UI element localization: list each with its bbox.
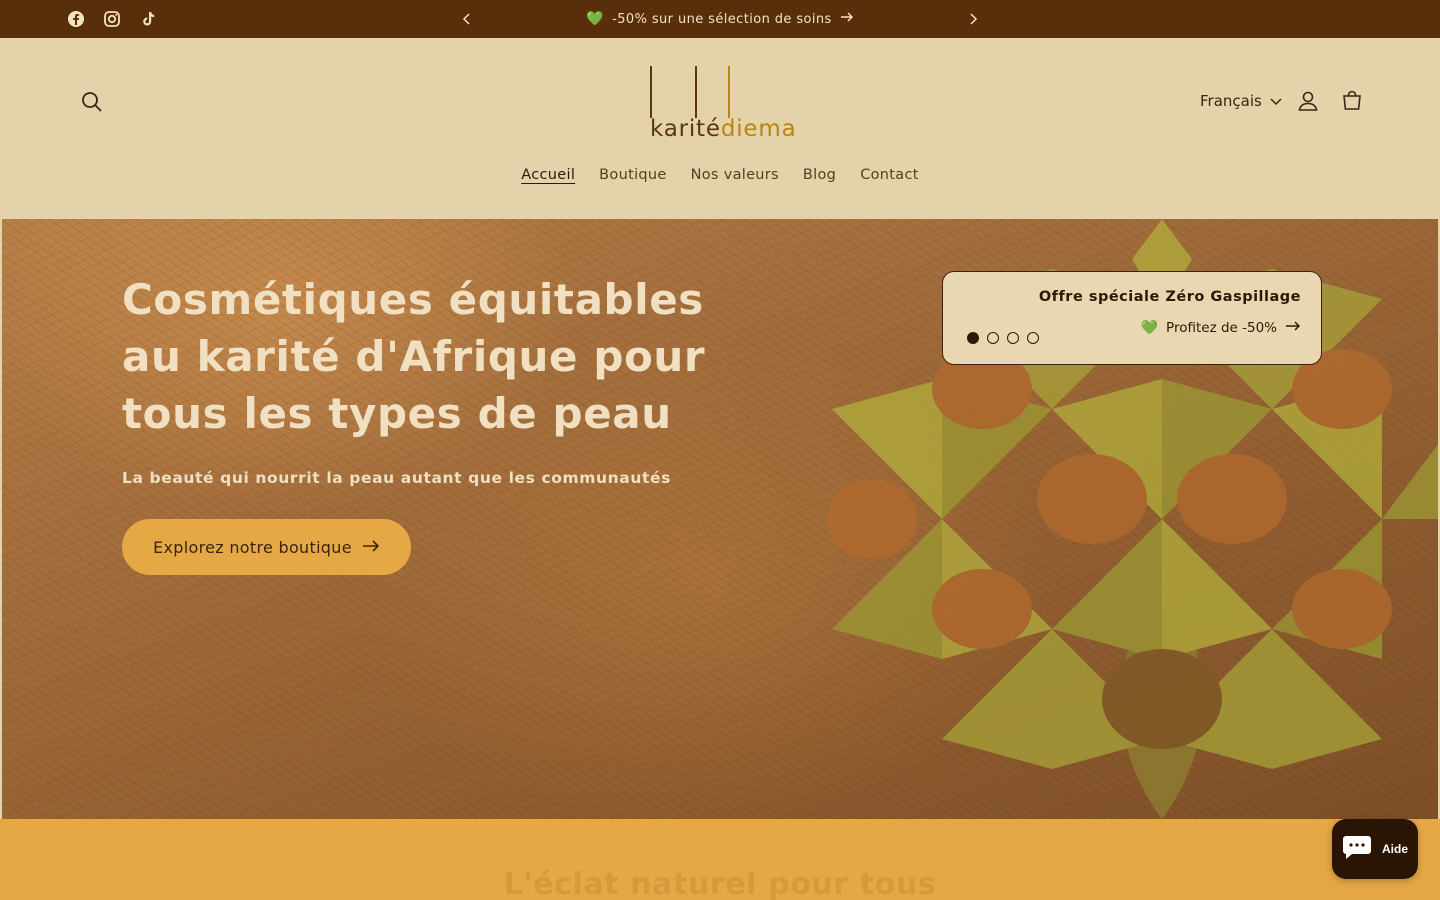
arrow-right-icon bbox=[362, 538, 380, 557]
chat-button[interactable]: Aide bbox=[1332, 819, 1418, 879]
chevron-down-icon bbox=[1270, 92, 1282, 110]
slide-dot-3[interactable] bbox=[1007, 332, 1019, 344]
hero-banner: Cosmétiques équitables au karité d'Afriq… bbox=[0, 219, 1440, 819]
section-band: L'éclat naturel pour tous bbox=[0, 819, 1440, 900]
announcement-prev-button[interactable] bbox=[459, 11, 475, 27]
site-logo[interactable]: karitédiema bbox=[642, 62, 798, 142]
arrow-right-icon bbox=[1285, 320, 1301, 336]
announcement-bar: 💚 -50% sur une sélection de soins bbox=[0, 0, 1440, 38]
offer-title: Offre spéciale Zéro Gaspillage bbox=[1038, 289, 1301, 305]
nav-item-blog[interactable]: Blog bbox=[803, 167, 836, 183]
nav-item-boutique[interactable]: Boutique bbox=[599, 167, 666, 183]
cart-icon bbox=[1343, 90, 1361, 110]
offer-link[interactable]: 💚 Profitez de -50% bbox=[1141, 320, 1301, 336]
nav-item-accueil[interactable]: Accueil bbox=[521, 167, 575, 183]
green-heart-icon: 💚 bbox=[1140, 320, 1159, 336]
tiktok-icon[interactable] bbox=[138, 9, 158, 29]
cart-button[interactable] bbox=[1340, 89, 1364, 113]
chat-label: Aide bbox=[1381, 842, 1408, 856]
facebook-icon[interactable] bbox=[66, 9, 86, 29]
logo-text: karitédiema bbox=[650, 116, 797, 142]
search-button[interactable] bbox=[80, 90, 104, 114]
band-title: L'éclat naturel pour tous bbox=[503, 867, 937, 900]
green-heart-icon: 💚 bbox=[586, 11, 605, 27]
nav-item-contact[interactable]: Contact bbox=[860, 167, 919, 183]
language-selector[interactable]: Français bbox=[1200, 92, 1282, 110]
main-nav: Accueil Boutique Nos valeurs Blog Contac… bbox=[0, 167, 1440, 183]
slide-dot-2[interactable] bbox=[987, 332, 999, 344]
site-header: karitédiema Français Accueil Boutique No… bbox=[0, 38, 1440, 219]
slide-dot-4[interactable] bbox=[1027, 332, 1039, 344]
account-button[interactable] bbox=[1296, 89, 1320, 113]
instagram-icon[interactable] bbox=[102, 9, 122, 29]
logo-mark bbox=[650, 66, 730, 118]
announcement-link[interactable]: 💚 -50% sur une sélection de soins bbox=[520, 0, 920, 38]
slide-dots bbox=[967, 332, 1039, 344]
hero-title: Cosmétiques équitables au karité d'Afriq… bbox=[122, 275, 706, 438]
user-icon bbox=[1298, 91, 1318, 111]
language-label: Français bbox=[1200, 92, 1262, 110]
announcement-next-button[interactable] bbox=[965, 11, 981, 27]
announcement-text: -50% sur une sélection de soins bbox=[612, 11, 832, 27]
arrow-right-icon bbox=[840, 11, 854, 27]
search-icon bbox=[82, 92, 102, 112]
nav-item-nos-valeurs[interactable]: Nos valeurs bbox=[691, 167, 779, 183]
offer-link-label: Profitez de -50% bbox=[1166, 320, 1277, 336]
slide-dot-1[interactable] bbox=[967, 332, 979, 344]
social-links bbox=[66, 9, 158, 29]
hero-subtitle: La beauté qui nourrit la peau autant que… bbox=[122, 469, 671, 487]
offer-card: Offre spéciale Zéro Gaspillage 💚 Profite… bbox=[942, 271, 1322, 365]
explore-shop-button[interactable]: Explorez notre boutique bbox=[122, 519, 411, 575]
explore-shop-label: Explorez notre boutique bbox=[153, 537, 352, 557]
chat-bubble-icon bbox=[1342, 834, 1372, 864]
